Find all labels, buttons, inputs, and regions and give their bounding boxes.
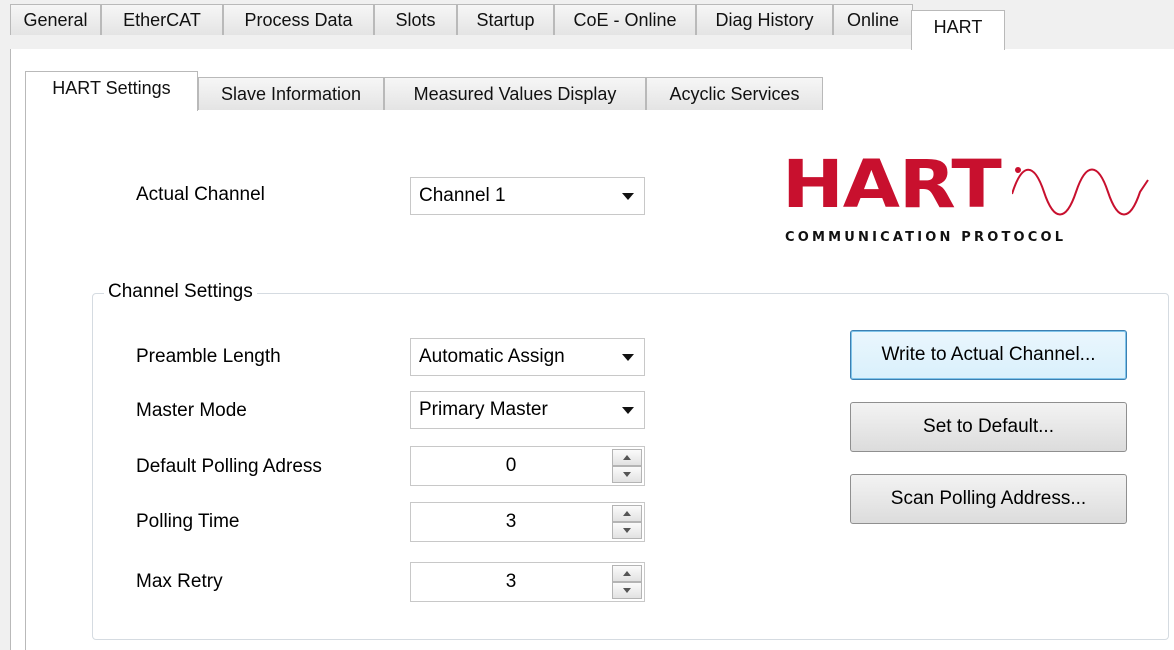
chevron-down-icon: [622, 406, 634, 414]
scan-polling-address-button[interactable]: Scan Polling Address...: [850, 474, 1127, 524]
write-to-actual-channel-button[interactable]: Write to Actual Channel...: [850, 330, 1127, 380]
tab-label: Slots: [395, 9, 436, 30]
tab-ethercat[interactable]: EtherCAT: [101, 4, 223, 35]
spin-up-button[interactable]: [612, 565, 642, 582]
tab-startup[interactable]: Startup: [457, 4, 554, 35]
spin-down-button[interactable]: [612, 582, 642, 599]
polling-time-spinner[interactable]: 3: [410, 502, 645, 542]
spin-down-button[interactable]: [612, 466, 642, 483]
tab-online[interactable]: Online: [833, 4, 913, 35]
sine-wave-icon: [1012, 167, 1149, 216]
default-polling-address-spinner[interactable]: 0: [410, 446, 645, 486]
max-retry-label: Max Retry: [136, 571, 223, 592]
tab-label: Slave Information: [220, 83, 362, 104]
tab-label: Acyclic Services: [669, 83, 800, 104]
tab-slave-information[interactable]: Slave Information: [198, 77, 384, 110]
default-polling-address-label: Default Polling Adress: [136, 456, 322, 477]
preamble-length-dropdown[interactable]: Automatic Assign: [410, 338, 645, 376]
tab-label: HART Settings: [52, 78, 171, 98]
tab-measured-values-display[interactable]: Measured Values Display: [384, 77, 646, 110]
polling-time-label: Polling Time: [136, 511, 240, 532]
tab-label: Process Data: [244, 9, 353, 30]
tab-label: HART: [933, 17, 983, 37]
master-mode-value: Primary Master: [419, 399, 548, 420]
master-mode-dropdown[interactable]: Primary Master: [410, 391, 645, 429]
tab-process-data[interactable]: Process Data: [223, 4, 374, 35]
tab-label: General: [23, 9, 88, 30]
chevron-down-icon: [622, 353, 634, 361]
arrow-up-icon: [623, 571, 631, 576]
arrow-up-icon: [623, 455, 631, 460]
actual-channel-label: Actual Channel: [136, 184, 265, 205]
hart-logo-word: HART: [782, 146, 1002, 223]
tab-general[interactable]: General: [10, 4, 101, 35]
actual-channel-value: Channel 1: [419, 185, 506, 206]
master-mode-label: Master Mode: [136, 400, 247, 421]
spin-up-button[interactable]: [612, 505, 642, 522]
tab-label: CoE - Online: [573, 9, 677, 30]
arrow-down-icon: [623, 528, 631, 533]
preamble-length-value: Automatic Assign: [419, 346, 565, 367]
tab-diag-history[interactable]: Diag History: [696, 4, 833, 35]
tab-label: Measured Values Display: [413, 83, 617, 104]
preamble-length-label: Preamble Length: [136, 346, 281, 367]
arrow-up-icon: [623, 511, 631, 516]
tab-label: Online: [846, 9, 900, 30]
tab-hart-settings[interactable]: HART Settings: [25, 71, 198, 111]
chevron-down-icon: [622, 192, 634, 200]
actual-channel-dropdown[interactable]: Channel 1: [410, 177, 645, 215]
arrow-down-icon: [623, 588, 631, 593]
tab-coe-online[interactable]: CoE - Online: [554, 4, 696, 35]
tab-label: EtherCAT: [123, 9, 201, 30]
hart-logo-subtitle: COMMUNICATION PROTOCOL: [785, 230, 1067, 245]
tab-hart[interactable]: HART: [911, 10, 1005, 50]
hart-logo: HART COMMUNICATION PROTOCOL: [772, 150, 1152, 250]
max-retry-spinner[interactable]: 3: [410, 562, 645, 602]
channel-settings-title: Channel Settings: [104, 281, 257, 303]
tab-label: Startup: [476, 9, 535, 30]
spin-down-button[interactable]: [612, 522, 642, 539]
arrow-down-icon: [623, 472, 631, 477]
polling-time-value: 3: [505, 511, 517, 532]
spin-up-button[interactable]: [612, 449, 642, 466]
tab-label: Diag History: [715, 9, 814, 30]
set-to-default-button[interactable]: Set to Default...: [850, 402, 1127, 452]
tab-slots[interactable]: Slots: [374, 4, 457, 35]
default-polling-address-value: 0: [505, 455, 517, 476]
tab-acyclic-services[interactable]: Acyclic Services: [646, 77, 823, 110]
max-retry-value: 3: [505, 571, 517, 592]
